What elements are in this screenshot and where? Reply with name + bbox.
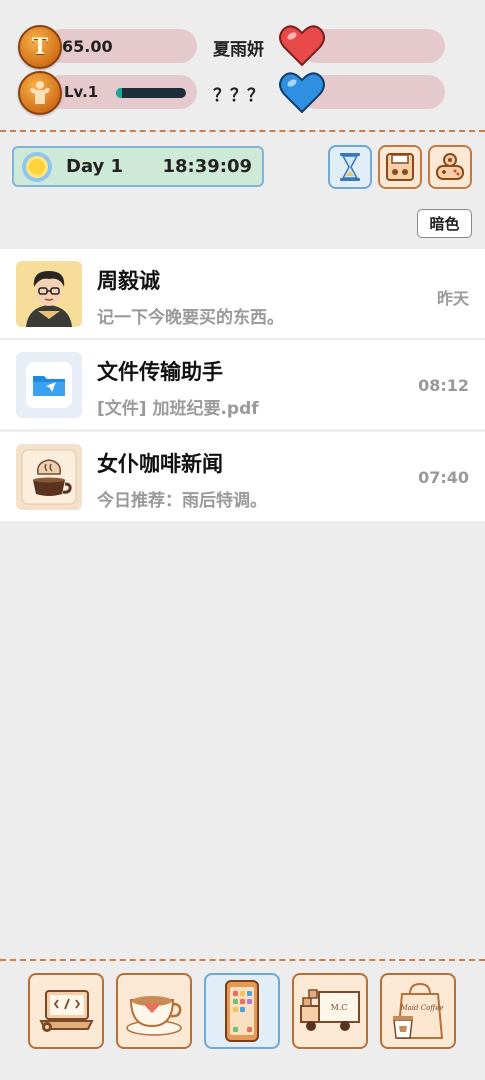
code-laptop-icon	[39, 990, 94, 1032]
chat-time: 07:40	[418, 468, 469, 487]
chat-item-file-transfer[interactable]: 文件传输助手 [文件] 加班纪要.pdf 08:12	[0, 340, 485, 429]
red-heart-icon	[279, 25, 325, 67]
maid-coffee-bag-icon: Maid Coffee	[393, 982, 444, 1039]
level-label: Lv.1	[64, 83, 99, 101]
chat-name: 女仆咖啡新闻	[97, 452, 223, 476]
nav-coffee-cup[interactable]	[116, 973, 192, 1049]
divider-bottom	[0, 959, 485, 961]
chat-item-maid-coffee-news[interactable]: 女仆咖啡新闻 今日推荐：雨后特调。 07:40	[0, 432, 485, 521]
xp-progress-fill	[116, 88, 122, 98]
day-label: Day 1	[66, 156, 124, 177]
character-name-2: ？？？	[213, 86, 264, 106]
character-name-1: 夏雨妍	[213, 40, 264, 60]
smartphone-icon	[225, 980, 259, 1042]
nav-moving-truck[interactable]: M.C	[292, 973, 368, 1049]
truck-label: M.C	[331, 1003, 348, 1012]
divider-top	[0, 130, 485, 132]
day-panel: Day 1 18:39:09	[12, 146, 264, 187]
chat-time: 08:12	[418, 376, 469, 395]
chat-time: 昨天	[436, 289, 469, 308]
floppy-save-icon	[386, 153, 414, 181]
blue-heart-icon	[279, 72, 325, 114]
bag-label: Maid Coffee	[399, 1004, 443, 1012]
chat-preview: 今日推荐：雨后特调。	[97, 491, 267, 511]
coin-icon: T	[18, 25, 62, 69]
xp-progress-bar	[116, 88, 186, 98]
latte-heart-icon	[126, 996, 182, 1036]
avatar	[16, 261, 82, 327]
nav-maid-coffee-bag[interactable]: Maid Coffee	[380, 973, 456, 1049]
hourglass-icon	[340, 153, 360, 181]
chat-preview: [文件] 加班纪要.pdf	[97, 399, 259, 419]
nav-code-laptop[interactable]	[28, 973, 104, 1049]
gamepad-gear-icon	[436, 153, 464, 180]
save-button[interactable]	[378, 145, 422, 189]
chat-item-zhou[interactable]: 周毅诚 记一下今晚要买的东西。 昨天	[0, 249, 485, 338]
coin-amount: 65.00	[62, 37, 113, 56]
chat-name: 文件传输助手	[97, 360, 223, 384]
moving-truck-icon: M.C	[300, 989, 360, 1031]
chat-name: 周毅诚	[97, 269, 160, 293]
chat-preview: 记一下今晚要买的东西。	[97, 308, 284, 328]
dark-theme-toggle[interactable]: 暗色	[417, 209, 472, 238]
gamepad-button[interactable]	[428, 145, 472, 189]
hourglass-button[interactable]	[328, 145, 372, 189]
coffee-cup-icon	[16, 444, 82, 510]
sun-weather-icon	[22, 151, 52, 182]
muscle-avatar-icon	[18, 71, 62, 115]
clock-time: 18:39:09	[162, 156, 252, 177]
nav-smartphone[interactable]	[204, 973, 280, 1049]
folder-icon	[16, 352, 82, 418]
